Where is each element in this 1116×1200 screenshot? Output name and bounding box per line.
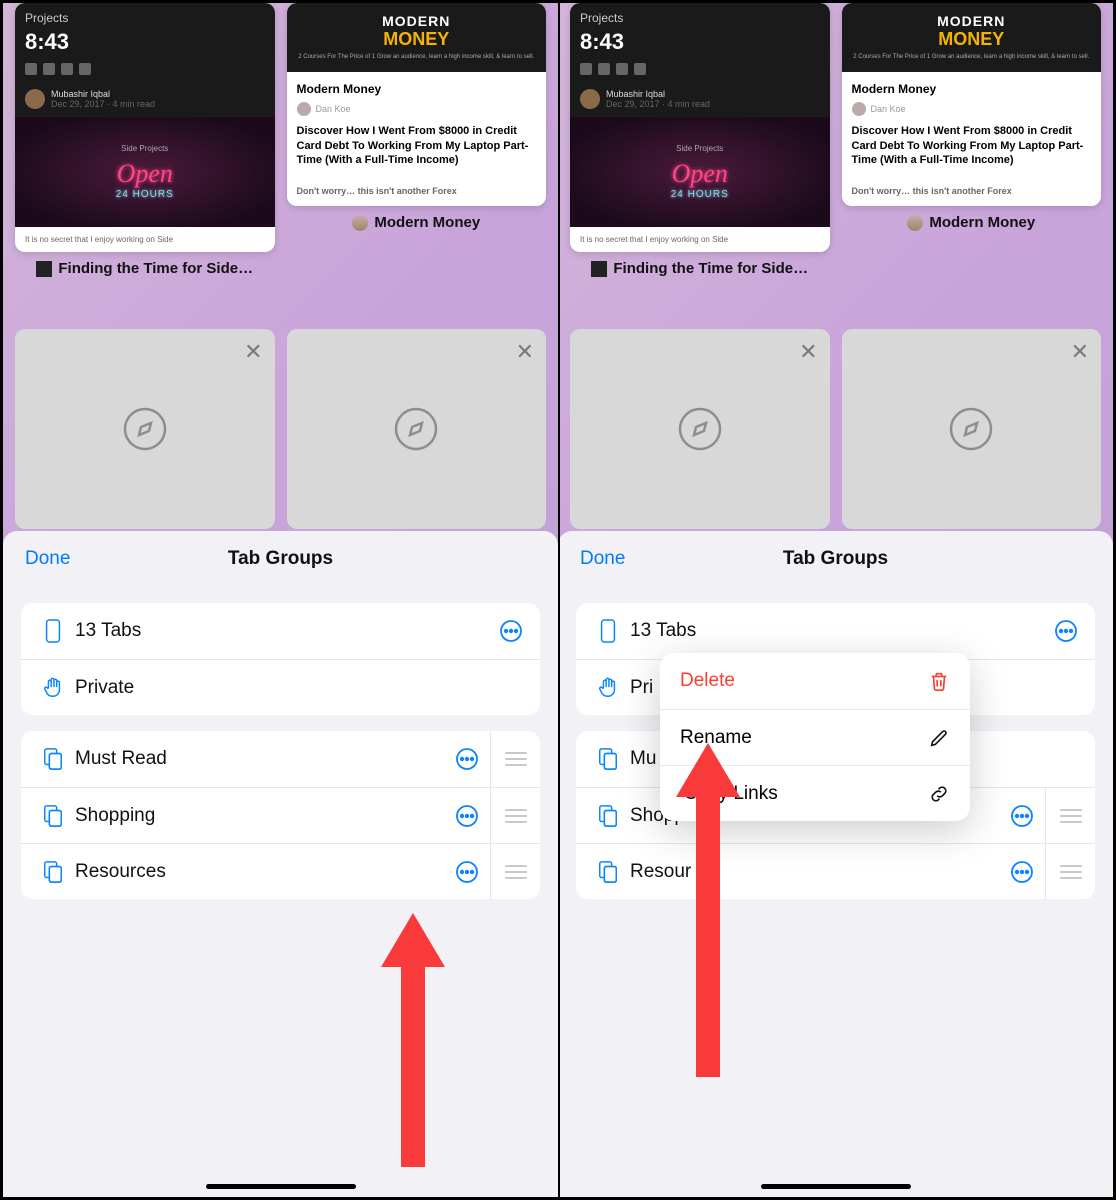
drag-handle-icon[interactable] [1045,844,1095,899]
background-tabs: Projects 8:43 Mubashir Iqbal Dec 29, 201… [3,3,558,285]
stack-icon [597,746,619,772]
favicon-icon [352,215,368,231]
more-icon[interactable] [454,803,480,829]
home-indicator[interactable] [761,1184,911,1189]
close-icon[interactable]: ✕ [799,339,817,365]
drag-handle-icon[interactable] [490,844,540,899]
close-icon[interactable]: ✕ [244,339,262,365]
empty-tab-1[interactable]: ✕ [570,329,830,529]
more-icon[interactable] [1053,618,1079,644]
sheet-title: Tab Groups [558,548,1113,570]
medium-icon [591,261,607,277]
status-time: 8:43 [25,25,265,59]
home-indicator[interactable] [206,1184,356,1189]
drag-handle-icon[interactable] [490,788,540,843]
sheet-title: Tab Groups [3,548,558,570]
screen-divider [558,3,560,1197]
pencil-icon [928,727,950,749]
compass-icon [121,405,169,453]
more-icon[interactable] [454,859,480,885]
tab-groups-sheet: Done Tab Groups 13 Tabs Pri Mu [558,531,1113,1197]
tab-thumbnail-2[interactable]: MODERN MONEY 2 Courses For The Price of … [287,3,547,285]
left-screenshot: Projects 8:43 Mubashir Iqbal Dec 29, 201… [3,3,558,1197]
link-icon [928,783,950,805]
done-button[interactable]: Done [3,548,70,570]
more-icon[interactable] [1009,803,1035,829]
drag-handle-icon[interactable] [490,731,540,787]
hand-icon [42,675,64,701]
more-icon[interactable] [498,618,524,644]
done-button[interactable]: Done [558,548,625,570]
close-icon[interactable]: ✕ [1071,339,1089,365]
compass-icon [947,405,995,453]
compass-icon [676,405,724,453]
favicon-icon [907,215,923,231]
stack-icon [597,803,619,829]
stack-icon [42,859,64,885]
tab-groups-sheet: Done Tab Groups 13 Tabs Private Must Rea… [3,531,558,1197]
tab-thumbnail-1[interactable]: Projects 8:43 Mubashir Iqbal Dec 29, 201… [15,3,275,285]
group-resources[interactable]: Resources [576,843,1095,899]
context-delete[interactable]: Delete [660,653,970,709]
tab-thumbnail-1[interactable]: Projects 8:43 Mubashir IqbalDec 29, 2017… [570,3,830,285]
context-copy-links[interactable]: CCopy Links [660,765,970,821]
empty-tab-2[interactable]: ✕ [287,329,547,529]
trash-icon [928,670,950,692]
close-icon[interactable]: ✕ [516,339,534,365]
stack-icon [42,746,64,772]
tabs-count-row[interactable]: 13 Tabs [576,603,1095,659]
more-icon[interactable] [454,746,480,772]
context-rename[interactable]: Rename [660,709,970,765]
context-menu: Delete Rename CCopy Links [660,653,970,821]
group-shopping[interactable]: Shopping [21,787,540,843]
medium-icon [36,261,52,277]
right-screenshot: Projects 8:43 Mubashir IqbalDec 29, 2017… [558,3,1113,1197]
empty-tab-1[interactable]: ✕ [15,329,275,529]
drag-handle-icon[interactable] [1045,788,1095,843]
tab-thumbnail-2[interactable]: MODERNMONEY2 Courses For The Price of 1 … [842,3,1102,285]
stack-icon [597,859,619,885]
private-row[interactable]: Private [21,659,540,715]
compass-icon [392,405,440,453]
more-icon[interactable] [1009,859,1035,885]
group-resources[interactable]: Resources [21,843,540,899]
empty-tab-2[interactable]: ✕ [842,329,1102,529]
phone-icon [597,618,619,644]
hand-icon [597,675,619,701]
background-tabs: Projects 8:43 Mubashir IqbalDec 29, 2017… [558,3,1113,285]
tabs-count-row[interactable]: 13 Tabs [21,603,540,659]
group-must-read[interactable]: Must Read [21,731,540,787]
stack-icon [42,803,64,829]
phone-icon [42,618,64,644]
